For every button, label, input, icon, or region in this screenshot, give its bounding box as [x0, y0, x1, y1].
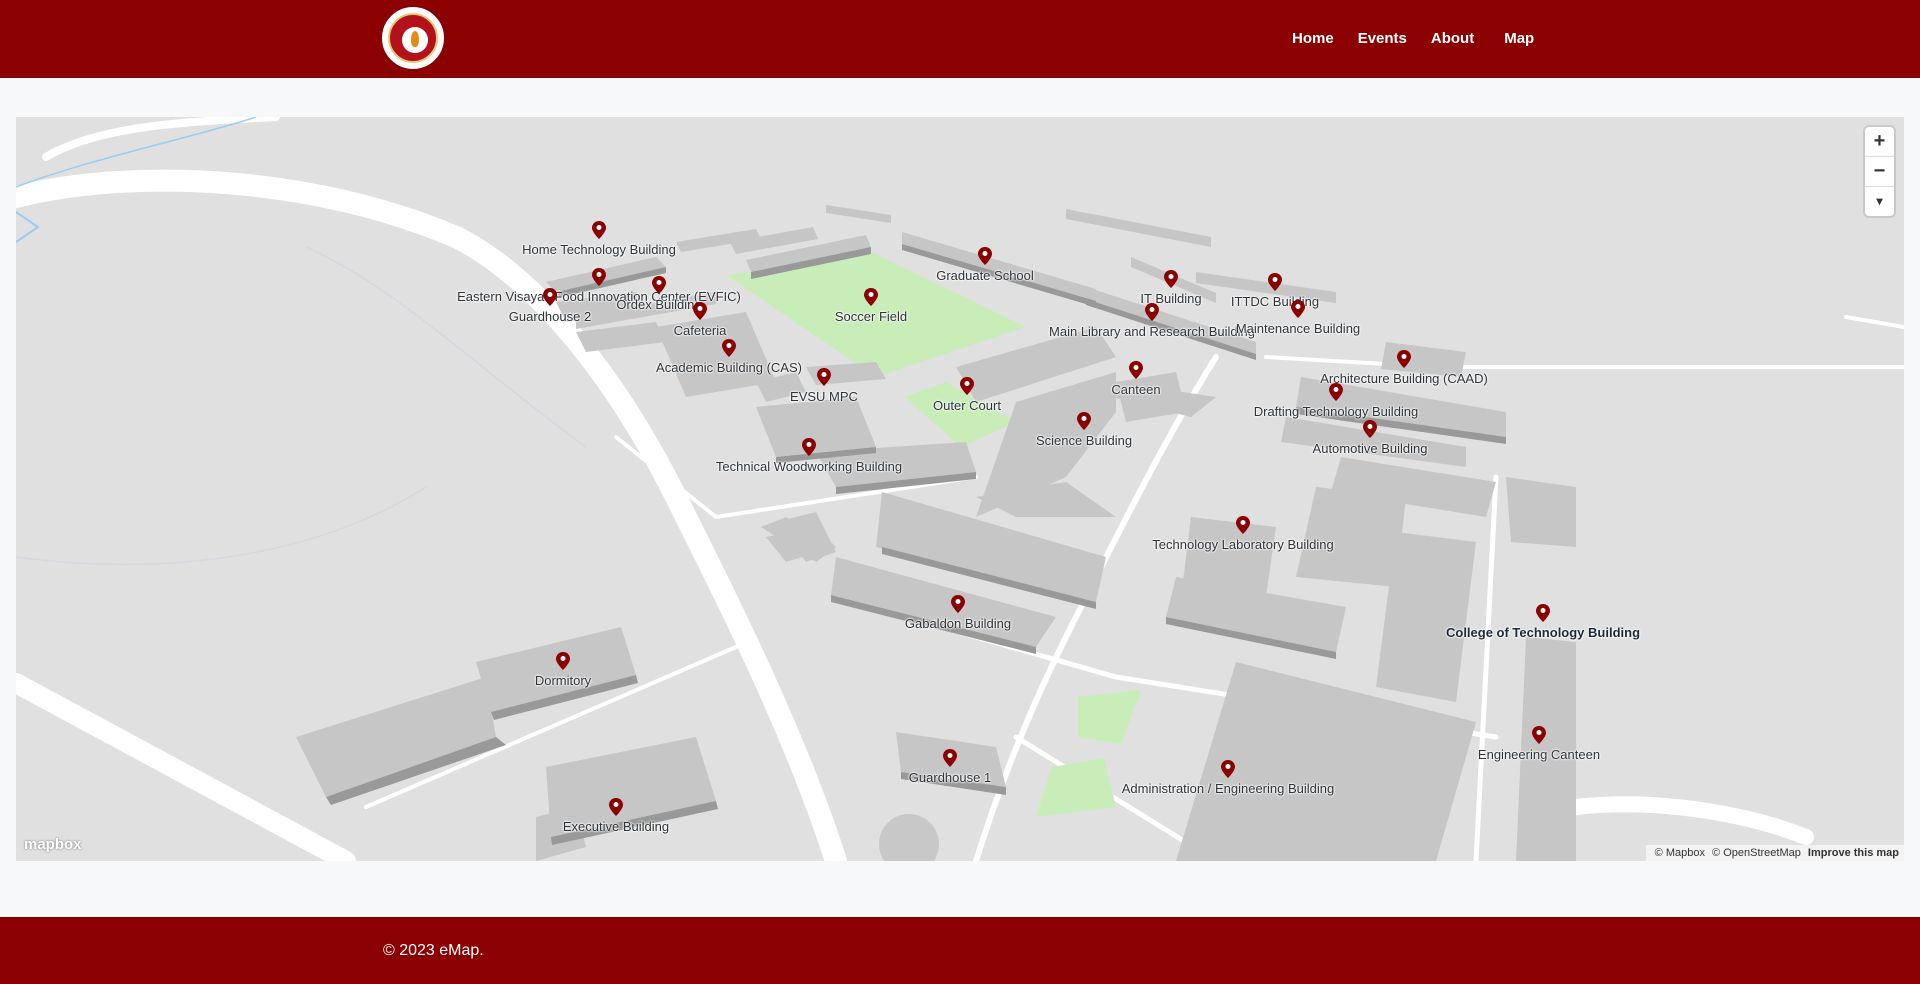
map-marker-pin-icon[interactable]: [722, 339, 736, 357]
map-marker-pin-icon[interactable]: [1129, 361, 1143, 379]
osm-attribution-link[interactable]: © OpenStreetMap: [1712, 847, 1801, 859]
marker-label-home-technology-building[interactable]: Home Technology Building: [522, 242, 676, 257]
footer: © 2023 eMap.: [0, 917, 1920, 984]
marker-label-guardhouse-2[interactable]: Guardhouse 2: [509, 309, 591, 324]
marker-label-ittdc-building[interactable]: ITTDC Building: [1231, 294, 1319, 309]
footer-copyright: © 2023 eMap.: [383, 942, 484, 959]
marker-label-cafeteria[interactable]: Cafeteria: [674, 323, 727, 338]
map-marker-pin-icon[interactable]: [652, 276, 666, 294]
marker-label-canteen[interactable]: Canteen: [1111, 382, 1160, 397]
university-seal-icon[interactable]: [382, 7, 444, 69]
map-marker-pin-icon[interactable]: [1363, 420, 1377, 438]
map-marker-pin-icon[interactable]: [592, 268, 606, 286]
marker-label-automotive-building[interactable]: Automotive Building: [1313, 441, 1428, 456]
marker-label-evsu-mpc[interactable]: EVSU MPC: [790, 389, 858, 404]
mapbox-logo[interactable]: mapbox: [24, 836, 82, 853]
nav-home-link[interactable]: Home: [1292, 30, 1334, 47]
campus-map[interactable]: + − ▾ mapbox © Mapbox © OpenStreetMap Im…: [16, 117, 1904, 861]
map-marker-pin-icon[interactable]: [864, 288, 878, 306]
map-marker-pin-icon[interactable]: [556, 652, 570, 670]
map-marker-pin-icon[interactable]: [1221, 760, 1235, 778]
map-base: [16, 117, 1904, 861]
map-marker-pin-icon[interactable]: [951, 595, 965, 613]
map-marker-pin-icon[interactable]: [609, 798, 623, 816]
map-marker-pin-icon[interactable]: [1329, 383, 1343, 401]
zoom-in-button[interactable]: +: [1865, 127, 1894, 157]
map-marker-pin-icon[interactable]: [1291, 300, 1305, 318]
map-marker-pin-icon[interactable]: [543, 288, 557, 306]
map-marker-pin-icon[interactable]: [1268, 273, 1282, 291]
marker-label-technology-laboratory-building[interactable]: Technology Laboratory Building: [1152, 537, 1333, 552]
navbar: Home Events About Map: [0, 0, 1920, 78]
map-marker-pin-icon[interactable]: [1145, 303, 1159, 321]
marker-label-soccer-field[interactable]: Soccer Field: [835, 309, 907, 324]
map-marker-pin-icon[interactable]: [802, 438, 816, 456]
map-marker-pin-icon[interactable]: [960, 377, 974, 395]
nav-about-link[interactable]: About: [1431, 30, 1474, 47]
map-marker-pin-icon[interactable]: [943, 749, 957, 767]
map-marker-pin-icon[interactable]: [978, 247, 992, 265]
zoom-out-button[interactable]: −: [1865, 157, 1894, 187]
marker-label-college-of-technology-building[interactable]: College of Technology Building: [1446, 625, 1640, 640]
marker-label-ordex-building[interactable]: Ordex Building: [616, 297, 701, 312]
marker-label-drafting-technology-building[interactable]: Drafting Technology Building: [1254, 404, 1419, 419]
nav-events-link[interactable]: Events: [1358, 30, 1407, 47]
marker-label-architecture-building-caad[interactable]: Architecture Building (CAAD): [1320, 371, 1488, 386]
map-attribution: © Mapbox © OpenStreetMap Improve this ma…: [1645, 845, 1904, 861]
marker-label-administration-engineering-building[interactable]: Administration / Engineering Building: [1122, 781, 1334, 796]
map-marker-pin-icon[interactable]: [1236, 516, 1250, 534]
compass-button[interactable]: ▾: [1865, 187, 1894, 216]
map-marker-pin-icon[interactable]: [817, 368, 831, 386]
map-marker-pin-icon[interactable]: [1164, 270, 1178, 288]
marker-label-outer-court[interactable]: Outer Court: [933, 398, 1001, 413]
marker-label-graduate-school[interactable]: Graduate School: [936, 268, 1034, 283]
marker-label-engineering-canteen[interactable]: Engineering Canteen: [1478, 747, 1600, 762]
marker-label-executive-building[interactable]: Executive Building: [563, 819, 669, 834]
nav-map-link[interactable]: Map: [1504, 30, 1534, 47]
map-marker-pin-icon[interactable]: [1077, 412, 1091, 430]
map-marker-pin-icon[interactable]: [592, 221, 606, 239]
marker-label-science-building[interactable]: Science Building: [1036, 433, 1132, 448]
marker-label-guardhouse-1[interactable]: Guardhouse 1: [909, 770, 991, 785]
marker-label-technical-woodworking-building[interactable]: Technical Woodworking Building: [716, 459, 902, 474]
map-marker-pin-icon[interactable]: [1397, 350, 1411, 368]
improve-map-link[interactable]: Improve this map: [1808, 847, 1899, 859]
marker-label-dormitory[interactable]: Dormitory: [535, 673, 591, 688]
marker-label-maintenance-building[interactable]: Maintenance Building: [1236, 321, 1360, 336]
map-marker-pin-icon[interactable]: [1536, 604, 1550, 622]
zoom-controls: + − ▾: [1865, 127, 1894, 216]
marker-label-main-library-and-research-building[interactable]: Main Library and Research Building: [1049, 324, 1255, 339]
map-marker-pin-icon[interactable]: [1532, 726, 1546, 744]
map-marker-pin-icon[interactable]: [693, 302, 707, 320]
mapbox-attribution-link[interactable]: © Mapbox: [1655, 847, 1705, 859]
marker-label-gabaldon-building[interactable]: Gabaldon Building: [905, 616, 1011, 631]
marker-label-academic-building-cas[interactable]: Academic Building (CAS): [656, 360, 802, 375]
nav-links: Home Events About Map: [1292, 30, 1558, 47]
